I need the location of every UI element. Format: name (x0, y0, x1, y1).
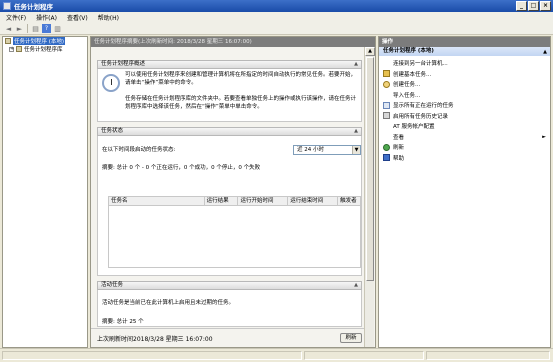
window-title: 任务计划程序 (14, 3, 53, 11)
clock-icon (102, 74, 120, 92)
maximize-button[interactable]: □ (528, 1, 539, 11)
action-label: 查看 (393, 134, 405, 141)
menu-view[interactable]: 查看(V) (67, 13, 88, 22)
action-label: 帮助 (393, 155, 405, 162)
forward-arrow-icon[interactable]: ► (15, 24, 24, 33)
status-cell-3 (426, 351, 550, 360)
last-refresh-text: 上次刷新时间2018/3/28 星期三 16:07:00 (97, 336, 213, 343)
tree-item-task-library[interactable]: + 任务计划程序库 (3, 45, 87, 53)
action-import-task[interactable]: 导入任务... (379, 90, 550, 101)
status-section-header[interactable]: 任务状态 ▲ (97, 127, 362, 136)
task-status-grid-header: 任务名 运行结果 运行开始时间 运行结束时间 触发者 (109, 197, 360, 206)
action-label: 刷新 (393, 145, 405, 152)
status-section-body: 在以下时间段启动的任务状态: 近 24 小时 ▼ 摘要: 总计 0 个 - 0 … (97, 136, 362, 276)
status-cell-2 (304, 351, 424, 360)
collapse-icon[interactable]: ▲ (353, 129, 359, 135)
center-pane-header: 任务计划程序摘要(上次刷新时间: 2018/3/28 星期三 16:07:00) (91, 37, 375, 47)
status-summary: 摘要: 总计 0 个 - 0 个正在运行，0 个成功，0 个停止，0 个失败 (102, 165, 261, 171)
tree-item-task-scheduler-local[interactable]: 任务计划程序 (本地) (3, 37, 87, 45)
status-bar (0, 348, 553, 362)
action-at-service-config[interactable]: AT 服务帐户配置 (379, 121, 550, 132)
show-action-pane-icon[interactable]: ▥ (53, 24, 62, 33)
task-status-grid: 任务名 运行结果 运行开始时间 运行结束时间 触发者 (108, 196, 361, 268)
action-enable-history[interactable]: 启用所有任务历史记录 (379, 111, 550, 122)
back-arrow-icon[interactable]: ◄ (4, 24, 13, 33)
overview-section-header[interactable]: 任务计划程序概述 ▲ (97, 60, 362, 69)
action-help[interactable]: 帮助 (379, 153, 550, 164)
actions-pane: 操作 任务计划程序 (本地) ▲ 连接到另一台计算机... 创建基本任务... … (378, 36, 551, 348)
refresh-bar: 上次刷新时间2018/3/28 星期三 16:07:00 刷新 (91, 328, 364, 347)
overview-paragraph-1: 可以使用任务计划程序来创建和管理计算机将在所指定的时间自动执行的常见任务。若要开… (125, 72, 357, 86)
action-label: 显示所有正在运行的任务 (393, 103, 454, 110)
menu-file[interactable]: 文件(F) (6, 13, 26, 22)
clock-folder-icon (5, 38, 11, 44)
tree-item-label: 任务计划程序库 (24, 47, 63, 53)
active-tasks-section-header[interactable]: 活动任务 ▲ (97, 281, 362, 290)
task-scheduler-app-icon (3, 2, 11, 10)
column-task-name[interactable]: 任务名 (109, 197, 205, 205)
action-connect-computer[interactable]: 连接到另一台计算机... (379, 58, 550, 69)
collapse-icon[interactable]: ▲ (543, 48, 547, 57)
help-icon[interactable]: ? (42, 24, 51, 33)
create-basic-task-icon (383, 70, 390, 78)
menu-bar: 文件(F) 操作(A) 查看(V) 帮助(H) (0, 12, 553, 23)
center-vertical-scrollbar[interactable]: ▲ (364, 47, 375, 347)
active-tasks-section-body: 活动任务是当前已在此计算机上启用且未过期的任务。 摘要: 总计 25 个 (97, 290, 362, 327)
collapse-icon[interactable]: ▲ (353, 283, 359, 289)
toolbar-separator (27, 24, 28, 33)
center-pane: 任务计划程序摘要(上次刷新时间: 2018/3/28 星期三 16:07:00)… (90, 36, 376, 348)
collapse-icon[interactable]: ▲ (353, 62, 359, 68)
overview-section-title: 任务计划程序概述 (101, 61, 146, 67)
scroll-up-icon[interactable]: ▲ (365, 47, 375, 56)
running-tasks-icon (383, 101, 390, 109)
active-tasks-summary: 摘要: 总计 25 个 (102, 319, 144, 325)
refresh-icon (383, 143, 390, 151)
action-create-basic-task[interactable]: 创建基本任务... (379, 69, 550, 80)
actions-section-title: 任务计划程序 (本地) (383, 48, 434, 54)
submenu-arrow-icon: ► (542, 133, 546, 140)
scrollbar-thumb[interactable] (366, 57, 374, 281)
action-label: 创建基本任务... (393, 71, 432, 78)
title-bar: 任务计划程序 _ □ × (0, 0, 553, 12)
chevron-down-icon[interactable]: ▼ (352, 146, 360, 154)
action-label: AT 服务帐户配置 (393, 124, 435, 131)
refresh-button[interactable]: 刷新 (340, 333, 362, 343)
toolbar: ◄ ► ▤ ? ▥ (0, 23, 553, 35)
show-tree-icon[interactable]: ▤ (31, 24, 40, 33)
column-run-result[interactable]: 运行结果 (205, 197, 239, 205)
minimize-button[interactable]: _ (516, 1, 527, 11)
action-label: 导入任务... (393, 92, 421, 99)
action-label: 创建任务... (393, 82, 421, 89)
active-tasks-description: 活动任务是当前已在此计算机上启用且未过期的任务。 (102, 300, 235, 306)
status-cell-main (2, 351, 302, 360)
history-icon (383, 112, 390, 120)
status-filter-label: 在以下时间段启动的任务状态: (102, 147, 176, 153)
overview-paragraph-2: 任务存储在任务计划程序库的文件夹中。若要查看单独任务上的操作或执行该操作，请在任… (125, 96, 357, 110)
time-range-value: 近 24 小时 (297, 147, 324, 153)
action-display-running-tasks[interactable]: 显示所有正在运行的任务 (379, 100, 550, 111)
actions-pane-header: 操作 (379, 37, 550, 47)
expand-icon[interactable]: + (9, 46, 14, 52)
create-task-icon (383, 80, 390, 88)
column-run-start[interactable]: 运行开始时间 (238, 197, 289, 205)
action-create-task[interactable]: 创建任务... (379, 79, 550, 90)
active-tasks-section-title: 活动任务 (101, 282, 124, 288)
help-icon (383, 154, 390, 162)
close-button[interactable]: × (540, 1, 551, 11)
status-section-title: 任务状态 (101, 128, 124, 134)
tree-item-label: 任务计划程序 (本地) (13, 37, 66, 45)
action-label: 连接到另一台计算机... (393, 61, 448, 68)
time-range-dropdown[interactable]: 近 24 小时 ▼ (293, 145, 361, 155)
action-label: 启用所有任务历史记录 (393, 113, 449, 120)
console-tree: 任务计划程序 (本地) + 任务计划程序库 (2, 36, 88, 348)
column-run-end[interactable]: 运行结束时间 (288, 197, 339, 205)
overview-section-body: 可以使用任务计划程序来创建和管理计算机将在所指定的时间自动执行的常见任务。若要开… (97, 69, 362, 122)
action-view[interactable]: 查看 ► (379, 132, 550, 143)
actions-section-header[interactable]: 任务计划程序 (本地) ▲ (379, 47, 550, 56)
column-triggered-by[interactable]: 触发者 (338, 197, 360, 205)
menu-help[interactable]: 帮助(H) (98, 13, 119, 22)
folder-icon (16, 46, 22, 52)
menu-action[interactable]: 操作(A) (36, 13, 57, 22)
action-refresh[interactable]: 刷新 (379, 142, 550, 153)
